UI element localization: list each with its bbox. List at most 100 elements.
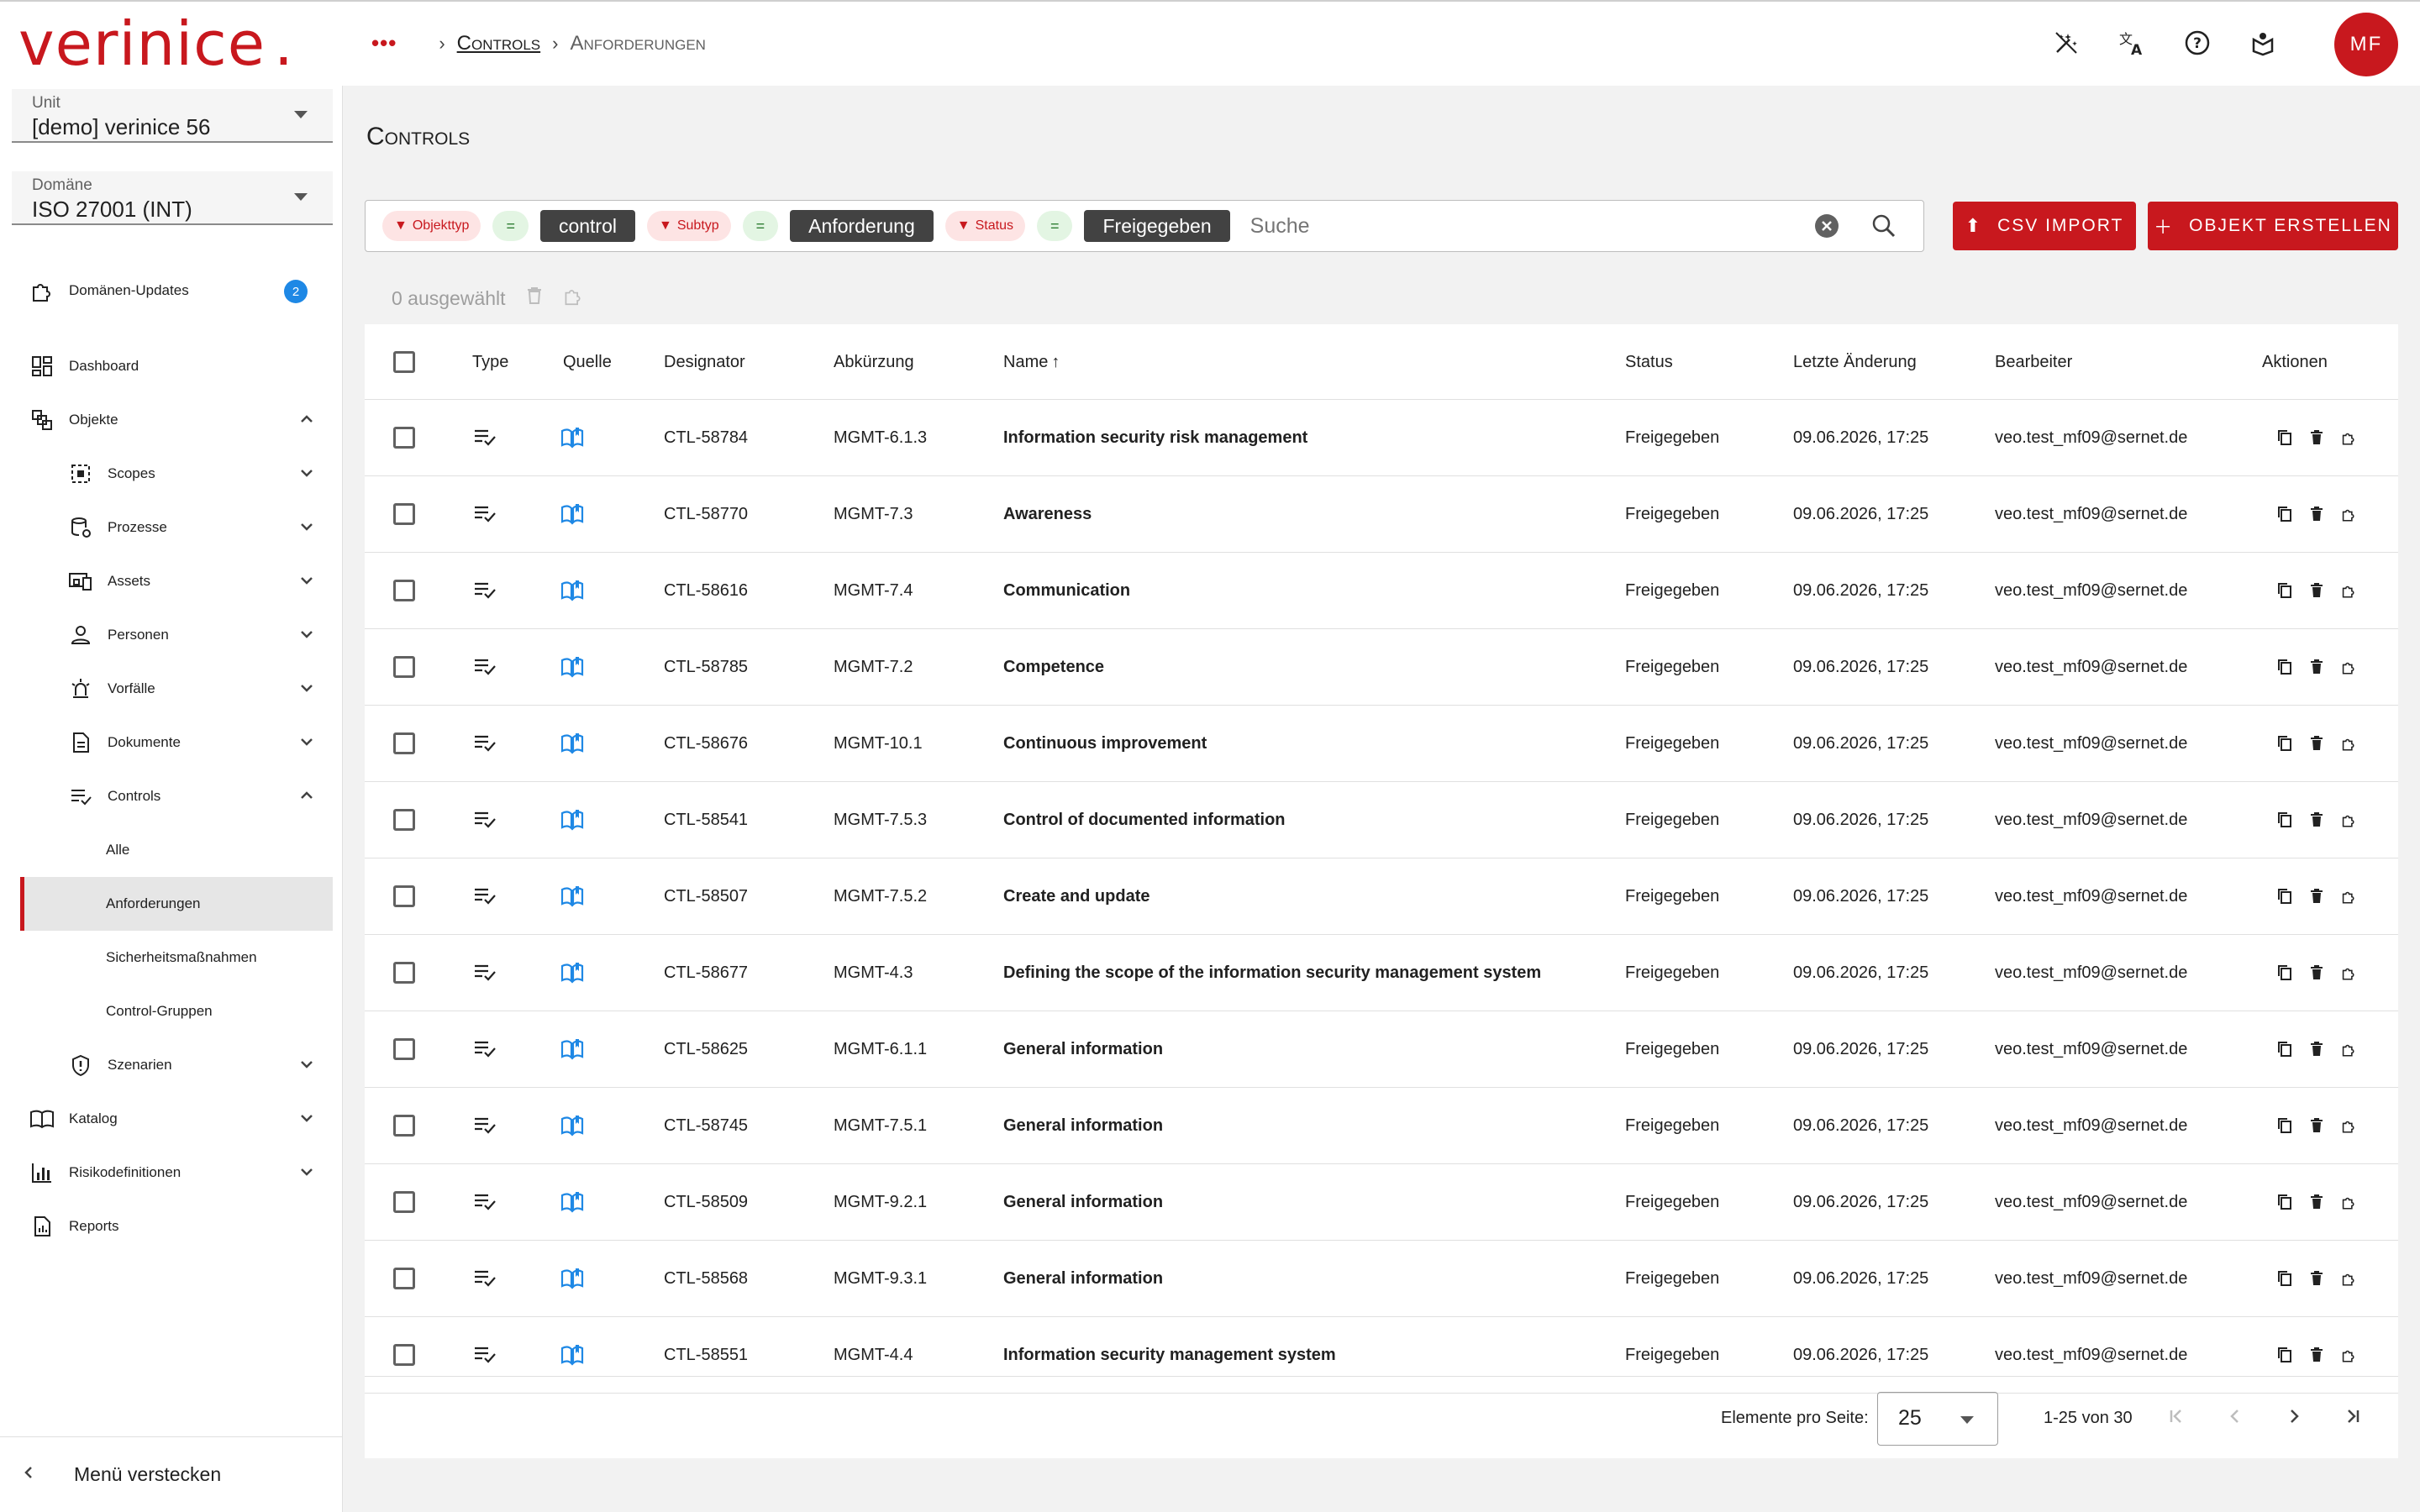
row-checkbox[interactable] — [393, 885, 415, 907]
verinice-logo[interactable]: verinice. — [18, 8, 294, 79]
sidebar-item-domain-updates[interactable]: Domänen-Updates 2 — [29, 270, 333, 311]
user-avatar[interactable]: MF — [2334, 13, 2398, 76]
sidebar-item-szenarien[interactable]: Szenarien — [67, 1045, 333, 1085]
copy-icon[interactable] — [2277, 581, 2292, 600]
domain-select[interactable]: Domäne ISO 27001 (INT) — [12, 171, 333, 225]
table-row[interactable]: CTL-58541 MGMT-7.5.3 Control of documented… — [365, 782, 2398, 858]
sidebar-item-alle[interactable]: Alle — [106, 830, 333, 870]
puzzle-icon[interactable] — [2341, 963, 2356, 982]
unit-select[interactable]: Unit [demo] verinice 56 — [12, 89, 333, 143]
delete-icon[interactable] — [2309, 811, 2324, 829]
sidebar-item-personen[interactable]: Personen — [67, 615, 333, 655]
filter-value[interactable]: Anforderung — [790, 210, 934, 242]
sidebar-item-dashboard[interactable]: Dashboard — [29, 346, 333, 386]
row-checkbox[interactable] — [393, 809, 415, 831]
first-page-icon[interactable] — [2166, 1404, 2186, 1429]
breadcrumb-more-button[interactable]: ••• — [371, 30, 397, 56]
sidebar-item-dokumente[interactable]: Dokumente — [67, 722, 333, 763]
filter-value[interactable]: Freigegeben — [1084, 210, 1230, 242]
delete-icon[interactable] — [526, 286, 543, 310]
row-checkbox[interactable] — [393, 962, 415, 984]
previous-page-icon[interactable] — [2225, 1404, 2245, 1429]
filter-chip-status[interactable]: ▼ Status — [944, 211, 1025, 241]
delete-icon[interactable] — [2309, 1346, 2324, 1364]
sidebar-item-anforderungen[interactable]: Anforderungen — [20, 877, 333, 931]
puzzle-icon[interactable] — [2341, 1269, 2356, 1288]
delete-icon[interactable] — [2309, 1269, 2324, 1288]
filter-operator[interactable]: = — [1036, 211, 1073, 241]
delete-icon[interactable] — [2309, 581, 2324, 600]
puzzle-icon[interactable] — [2341, 581, 2356, 600]
filter-value[interactable]: control — [539, 210, 635, 242]
puzzle-icon[interactable] — [2341, 505, 2356, 523]
copy-icon[interactable] — [2277, 1193, 2292, 1211]
sidebar-item-reports[interactable]: Reports — [29, 1206, 333, 1247]
clear-icon[interactable] — [1812, 212, 1841, 240]
delete-icon[interactable] — [2309, 734, 2324, 753]
puzzle-icon[interactable] — [2341, 1040, 2356, 1058]
delete-icon[interactable] — [2309, 963, 2324, 982]
delete-icon[interactable] — [2309, 658, 2324, 676]
next-page-icon[interactable] — [2284, 1404, 2304, 1429]
table-row[interactable]: CTL-58676 MGMT-10.1 Continuous improvement… — [365, 706, 2398, 782]
copy-icon[interactable] — [2277, 1269, 2292, 1288]
delete-icon[interactable] — [2309, 1193, 2324, 1211]
tutorial-icon[interactable] — [2249, 29, 2277, 57]
column-header-name[interactable]: Name ↑ — [1003, 353, 1060, 372]
copy-icon[interactable] — [2277, 658, 2292, 676]
row-checkbox[interactable] — [393, 1115, 415, 1137]
row-checkbox[interactable] — [393, 1344, 415, 1366]
row-checkbox[interactable] — [393, 503, 415, 525]
table-row[interactable]: CTL-58770 MGMT-7.3 Awareness Freigegeben 09.… — [365, 476, 2398, 553]
sidebar-item-prozesse[interactable]: Prozesse — [67, 507, 333, 548]
sidebar-item-vorfaelle[interactable]: Vorfälle — [67, 669, 333, 709]
column-header-designator[interactable]: Designator — [664, 353, 745, 372]
row-checkbox[interactable] — [393, 732, 415, 754]
magic-wand-icon[interactable] — [2052, 29, 2081, 57]
puzzle-icon[interactable] — [2341, 734, 2356, 753]
column-header-quelle[interactable]: Quelle — [563, 353, 612, 372]
items-per-page-select[interactable]: 25 — [1877, 1392, 1998, 1446]
row-checkbox[interactable] — [393, 427, 415, 449]
column-header-letzte-aenderung[interactable]: Letzte Änderung — [1793, 353, 1917, 372]
sidebar-item-sicherheitsmassnahmen[interactable]: Sicherheitsmaßnahmen — [106, 937, 333, 978]
csv-import-button[interactable]: ⬆ CSV IMPORT — [1953, 202, 2136, 250]
row-checkbox[interactable] — [393, 656, 415, 678]
puzzle-icon[interactable] — [2341, 1193, 2356, 1211]
last-page-icon[interactable] — [2343, 1404, 2363, 1429]
column-header-status[interactable]: Status — [1625, 353, 1673, 372]
puzzle-icon[interactable] — [563, 286, 583, 311]
create-object-button[interactable]: ＋ OBJEKT ERSTELLEN — [2148, 202, 2398, 250]
table-row[interactable]: CTL-58509 MGMT-9.2.1 General information Fr… — [365, 1164, 2398, 1241]
table-row[interactable]: CTL-58784 MGMT-6.1.3 Information security … — [365, 400, 2398, 476]
copy-icon[interactable] — [2277, 1116, 2292, 1135]
delete-icon[interactable] — [2309, 505, 2324, 523]
filter-operator[interactable]: = — [492, 211, 529, 241]
table-row[interactable]: CTL-58507 MGMT-7.5.2 Create and update Frei… — [365, 858, 2398, 935]
translate-icon[interactable]: 文A — [2118, 29, 2146, 57]
copy-icon[interactable] — [2277, 428, 2292, 447]
sidebar-item-controls[interactable]: Controls — [67, 776, 333, 816]
column-header-abkuerzung[interactable]: Abkürzung — [834, 353, 914, 372]
copy-icon[interactable] — [2277, 963, 2292, 982]
table-row[interactable]: CTL-58785 MGMT-7.2 Competence Freigegeben 09… — [365, 629, 2398, 706]
filter-operator[interactable]: = — [742, 211, 779, 241]
puzzle-icon[interactable] — [2341, 811, 2356, 829]
puzzle-icon[interactable] — [2341, 658, 2356, 676]
table-row[interactable]: CTL-58625 MGMT-6.1.1 General information Fr… — [365, 1011, 2398, 1088]
search-input[interactable] — [1249, 213, 1812, 239]
table-row[interactable]: CTL-58616 MGMT-7.4 Communication Freigegebe… — [365, 553, 2398, 629]
row-checkbox[interactable] — [393, 1268, 415, 1289]
table-row[interactable]: CTL-58745 MGMT-7.5.1 General information Fr… — [365, 1088, 2398, 1164]
column-header-type[interactable]: Type — [472, 353, 508, 372]
search-icon[interactable] — [1870, 212, 1898, 240]
breadcrumb-controls-link[interactable]: Controls — [457, 32, 541, 55]
select-all-checkbox[interactable] — [393, 351, 415, 373]
sidebar-item-scopes[interactable]: Scopes — [67, 454, 333, 494]
copy-icon[interactable] — [2277, 734, 2292, 753]
sidebar-item-objekte[interactable]: Objekte — [29, 400, 333, 440]
puzzle-icon[interactable] — [2341, 428, 2356, 447]
sidebar-item-risikodefinitionen[interactable]: Risikodefinitionen — [29, 1152, 333, 1193]
sidebar-item-control-gruppen[interactable]: Control-Gruppen — [106, 991, 333, 1032]
copy-icon[interactable] — [2277, 1040, 2292, 1058]
